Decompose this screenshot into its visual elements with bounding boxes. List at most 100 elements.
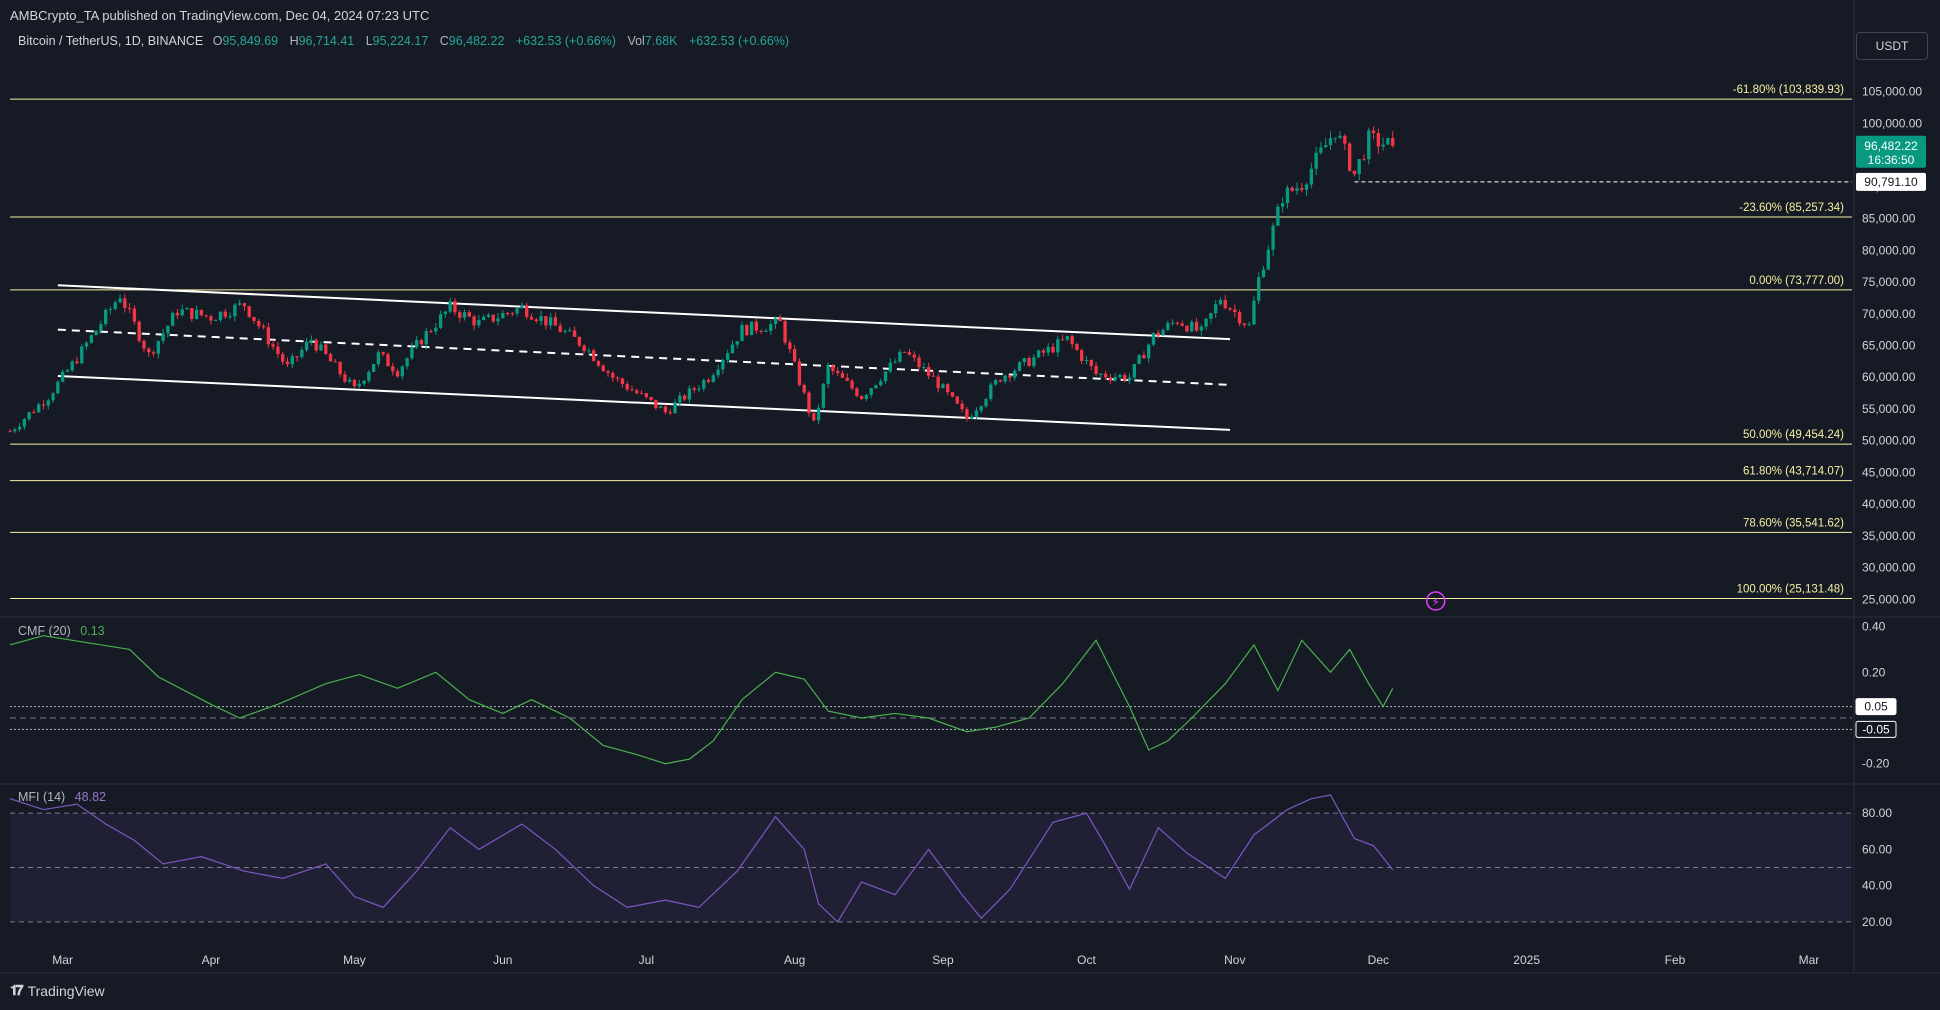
candle-body xyxy=(1199,326,1203,331)
candle-body xyxy=(233,304,237,317)
candle-body xyxy=(175,312,180,316)
candle-body xyxy=(903,351,907,353)
price-chart[interactable]: 105,000.00100,000.0095,000.0090,000.0085… xyxy=(0,0,1940,1010)
candle-body xyxy=(568,330,572,332)
candle-body xyxy=(759,330,763,332)
candle-body xyxy=(888,362,893,372)
candle-body xyxy=(836,371,840,374)
candle-body xyxy=(252,316,256,321)
candle-body xyxy=(1118,374,1122,377)
candle-body xyxy=(922,367,926,369)
candle-body xyxy=(1190,321,1194,332)
candle-body xyxy=(912,354,916,358)
candle-body xyxy=(1347,143,1352,171)
candle-body xyxy=(147,348,151,353)
cmf-line xyxy=(9,635,1394,765)
candle-body xyxy=(448,301,452,312)
candle-body xyxy=(1237,312,1242,324)
candle-body xyxy=(1113,376,1117,381)
candle-body xyxy=(276,346,280,355)
candle-body xyxy=(745,324,749,336)
candle-body xyxy=(1185,325,1189,332)
candle-body xyxy=(113,302,117,309)
candle-body xyxy=(855,388,859,397)
candle-body xyxy=(1147,344,1151,359)
candle-body xyxy=(1170,322,1175,324)
candle-body xyxy=(1194,321,1199,331)
candle-body xyxy=(1276,206,1280,226)
candle-body xyxy=(553,317,558,326)
candle-body xyxy=(587,350,591,352)
candle-body xyxy=(864,394,869,400)
candle-body xyxy=(261,326,266,328)
candle-body xyxy=(821,383,826,408)
candle-body xyxy=(290,356,294,365)
price-tick-label: 75,000.00 xyxy=(1862,275,1916,289)
price-tick-label: 100,000.00 xyxy=(1862,116,1922,130)
candle-body xyxy=(281,354,285,362)
candle-body xyxy=(850,380,854,389)
candle-body xyxy=(410,347,414,359)
cmf-tick-label: -0.20 xyxy=(1862,757,1890,771)
candle-body xyxy=(525,305,529,317)
candle-body xyxy=(1247,324,1251,326)
candle-body xyxy=(46,400,50,406)
candle-body xyxy=(649,396,653,400)
candle-body xyxy=(505,312,510,314)
candle-body xyxy=(295,356,299,358)
candle-body xyxy=(778,318,782,322)
candle-body xyxy=(352,379,357,387)
candle-body xyxy=(826,365,830,384)
candle-body xyxy=(840,373,845,378)
bar-countdown: 16:36:50 xyxy=(1868,153,1915,167)
candle-body xyxy=(204,315,208,317)
candle-body xyxy=(979,406,983,411)
candle-body xyxy=(357,383,361,387)
price-tick-label: 40,000.00 xyxy=(1862,497,1916,511)
candle-body xyxy=(1036,350,1041,358)
candle-body xyxy=(386,354,390,367)
candle-body xyxy=(1309,168,1314,185)
candle-body xyxy=(807,392,811,413)
candle-body xyxy=(764,330,768,332)
candle-body xyxy=(874,385,878,389)
candle-body xyxy=(1017,361,1022,371)
candle-body xyxy=(1352,170,1357,175)
candle-body xyxy=(969,416,974,419)
cmf-tick-label: -0.05 xyxy=(1862,722,1890,736)
candle-body xyxy=(596,361,601,366)
price-tick-label: 30,000.00 xyxy=(1862,561,1916,575)
candle-body xyxy=(434,327,438,332)
candle-body xyxy=(974,410,979,417)
candle-body xyxy=(467,312,471,317)
candle-body xyxy=(1252,300,1256,325)
candle-body xyxy=(477,320,481,326)
candle-body xyxy=(419,339,424,345)
time-tick-label: Aug xyxy=(784,953,805,967)
price-tick-label: 55,000.00 xyxy=(1862,402,1916,416)
candle-body xyxy=(194,309,199,319)
fib-level-label: 100.00% (25,131.48) xyxy=(1737,583,1845,595)
candle-body xyxy=(582,345,586,352)
candle-body xyxy=(56,381,60,394)
candle-body xyxy=(1271,225,1275,250)
candle-body xyxy=(831,365,835,372)
candle-body xyxy=(343,374,347,382)
candle-body xyxy=(37,404,41,413)
candle-body xyxy=(127,307,132,309)
candle-body xyxy=(558,325,562,333)
candle-body xyxy=(725,353,730,360)
candle-body xyxy=(300,349,304,358)
time-tick-label: Feb xyxy=(1665,953,1686,967)
candle-body xyxy=(462,312,467,318)
candle-body xyxy=(563,331,567,333)
candle-body xyxy=(984,399,988,407)
candle-body xyxy=(60,371,65,382)
price-tick-label: 45,000.00 xyxy=(1862,465,1916,479)
mfi-tick-label: 80.00 xyxy=(1862,806,1892,820)
candle-body xyxy=(534,319,538,322)
candle-body xyxy=(70,361,74,371)
candle-body xyxy=(314,339,318,351)
candle-body xyxy=(104,309,108,325)
candle-body xyxy=(501,312,505,319)
